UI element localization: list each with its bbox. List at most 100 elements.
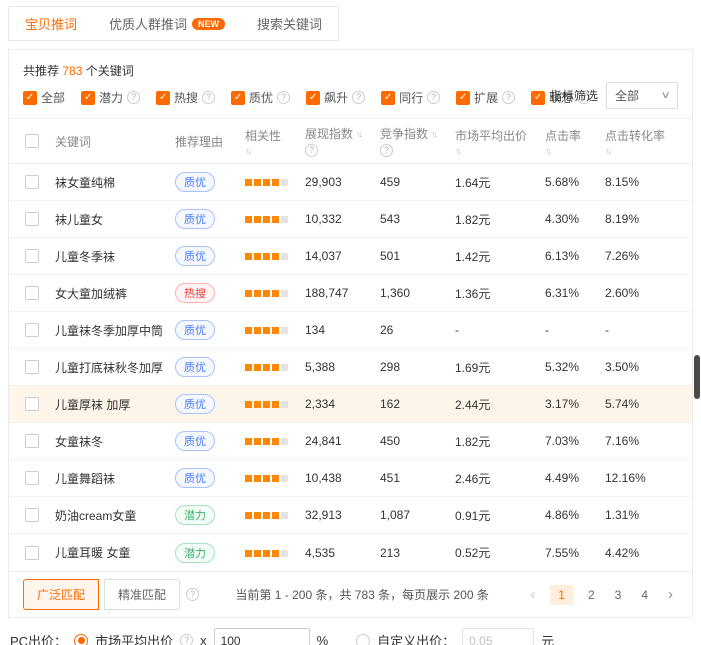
checkbox[interactable]: ✓: [23, 91, 37, 105]
avg-bid-value: 1.36元: [455, 285, 545, 302]
ctr-value: 3.17%: [545, 397, 605, 411]
filter-item-rising[interactable]: ✓ 飙升 ?: [306, 89, 365, 106]
row-checkbox[interactable]: [25, 471, 39, 485]
impression-value: 14,037: [305, 249, 380, 263]
row-checkbox[interactable]: [25, 175, 39, 189]
sort-icon[interactable]: ↑↓: [545, 146, 550, 156]
market-bid-radio[interactable]: [74, 634, 88, 645]
impression-value: 32,913: [305, 508, 380, 522]
info-icon[interactable]: ?: [277, 91, 290, 104]
scrollbar-thumb[interactable]: [694, 355, 700, 399]
col-cvr: 点击转化率: [605, 127, 665, 144]
custom-bid-input[interactable]: [462, 628, 534, 645]
filter-item-expand[interactable]: ✓ 扩展 ?: [456, 89, 515, 106]
ctr-value: 4.30%: [545, 212, 605, 226]
metric-filter-dropdown[interactable]: 全部 ∨: [606, 82, 678, 109]
filter-item-peer[interactable]: ✓ 同行 ?: [381, 89, 440, 106]
filter-item-potential[interactable]: ✓ 潜力 ?: [81, 89, 140, 106]
select-all-checkbox[interactable]: [25, 134, 39, 148]
checkbox[interactable]: ✓: [231, 91, 245, 105]
info-icon[interactable]: ?: [202, 91, 215, 104]
impression-value: 2,334: [305, 397, 380, 411]
multiplier-input[interactable]: [214, 628, 310, 645]
competition-value: 543: [380, 212, 455, 226]
page-number[interactable]: 3: [610, 586, 627, 604]
row-checkbox[interactable]: [25, 212, 39, 226]
checkbox[interactable]: ✓: [156, 91, 170, 105]
row-checkbox[interactable]: [25, 546, 39, 560]
exact-match-button[interactable]: 精准匹配: [104, 579, 180, 610]
keyword-cell: 儿童舞蹈袜: [55, 470, 175, 487]
row-checkbox[interactable]: [25, 249, 39, 263]
row-checkbox[interactable]: [25, 434, 39, 448]
page-number[interactable]: 1: [550, 585, 573, 605]
cvr-value: 7.26%: [605, 249, 692, 263]
avg-bid-value: -: [455, 323, 545, 337]
cvr-value: 1.31%: [605, 508, 692, 522]
info-icon[interactable]: ?: [427, 91, 440, 104]
row-checkbox[interactable]: [25, 360, 39, 374]
page-number[interactable]: 2: [583, 586, 600, 604]
info-icon[interactable]: ?: [186, 588, 199, 601]
next-page-icon[interactable]: ›: [663, 584, 678, 605]
avg-bid-value: 0.91元: [455, 507, 545, 524]
chevron-down-icon: ∨: [660, 90, 670, 101]
check-icon: ✓: [26, 93, 34, 103]
filter-label: 潜力: [99, 89, 123, 106]
col-keyword: 关键词: [55, 133, 91, 150]
col-impression: 展现指数: [305, 125, 353, 142]
checkbox[interactable]: ✓: [456, 91, 470, 105]
tab-item-recommend[interactable]: 宝贝推词: [9, 7, 93, 40]
impression-value: 188,747: [305, 286, 380, 300]
page-number[interactable]: 4: [636, 586, 653, 604]
info-icon[interactable]: ?: [127, 91, 140, 104]
ctr-value: 4.86%: [545, 508, 605, 522]
info-icon[interactable]: ?: [180, 634, 193, 645]
cvr-value: 7.16%: [605, 434, 692, 448]
check-icon: ✓: [534, 93, 542, 103]
check-icon: ✓: [459, 93, 467, 103]
reason-badge: 潜力: [175, 505, 215, 525]
filter-item-all[interactable]: ✓ 全部: [23, 89, 65, 106]
checkbox[interactable]: ✓: [531, 91, 545, 105]
avg-bid-value: 1.69元: [455, 359, 545, 376]
info-icon[interactable]: ?: [352, 91, 365, 104]
custom-bid-radio[interactable]: [356, 634, 370, 645]
metric-filter-value: 全部: [615, 87, 639, 104]
row-checkbox[interactable]: [25, 397, 39, 411]
col-ctr: 点击率: [545, 127, 581, 144]
tab-label: 优质人群推词: [109, 14, 187, 33]
tab-search-keyword[interactable]: 搜索关键词: [241, 7, 338, 40]
row-checkbox[interactable]: [25, 323, 39, 337]
keyword-cell: 儿童冬季袜: [55, 248, 175, 265]
broad-match-button[interactable]: 广泛匹配: [23, 579, 99, 610]
col-avg-bid: 市场平均出价: [455, 127, 527, 144]
info-icon[interactable]: ?: [502, 91, 515, 104]
filter-item-hot[interactable]: ✓ 热搜 ?: [156, 89, 215, 106]
tab-crowd-recommend[interactable]: 优质人群推词 NEW: [93, 7, 241, 40]
checkbox[interactable]: ✓: [81, 91, 95, 105]
impression-value: 4,535: [305, 546, 380, 560]
market-bid-label: 市场平均出价: [95, 631, 173, 645]
checkbox[interactable]: ✓: [306, 91, 320, 105]
table-footer: 广泛匹配 精准匹配 ? 当前第 1 - 200 条，共 783 条，每页展示 2…: [9, 571, 692, 617]
keyword-panel: 共推荐 783 个关键词 ✓ 全部 ✓ 潜力 ? ✓ 热搜 ? ✓: [8, 49, 693, 618]
info-icon[interactable]: ?: [380, 144, 393, 157]
prev-page-icon[interactable]: ‹: [525, 584, 540, 605]
impression-value: 24,841: [305, 434, 380, 448]
row-checkbox[interactable]: [25, 508, 39, 522]
sort-icon[interactable]: ↑↓: [455, 146, 460, 156]
pc-bid-row: PC出价： 市场平均出价 ? x % 自定义出价： 元: [8, 628, 693, 645]
row-checkbox[interactable]: [25, 286, 39, 300]
sort-icon[interactable]: ↑↓: [431, 129, 436, 139]
filter-item-quality[interactable]: ✓ 质优 ?: [231, 89, 290, 106]
sort-icon[interactable]: ↑↓: [356, 129, 361, 139]
pagination-text: 当前第 1 - 200 条，共 783 条，每页展示 200 条: [205, 586, 519, 603]
info-icon[interactable]: ?: [305, 144, 318, 157]
competition-value: 459: [380, 175, 455, 189]
sort-icon[interactable]: ↑↓: [605, 146, 610, 156]
sort-icon[interactable]: ↑↓: [245, 146, 250, 156]
metric-filter-label: 指标筛选: [550, 87, 598, 104]
cvr-value: 12.16%: [605, 471, 692, 485]
checkbox[interactable]: ✓: [381, 91, 395, 105]
